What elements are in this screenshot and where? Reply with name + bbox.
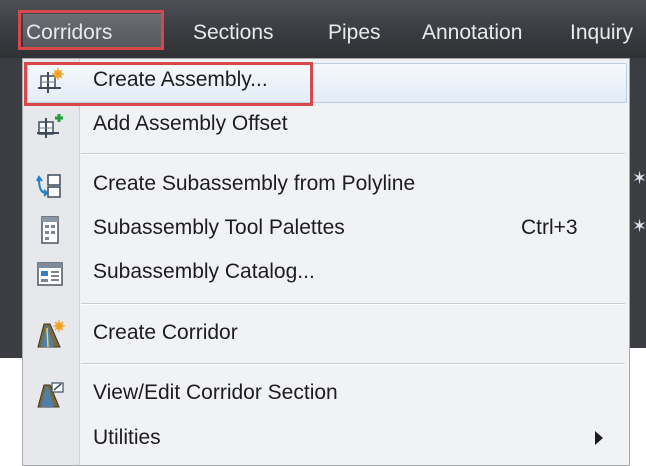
menu-item-label: View/Edit Corridor Section: [93, 381, 338, 404]
corridors-highlight-box: [18, 10, 164, 50]
background-glyph-icon: ✶: [632, 216, 646, 236]
create-assembly-highlight-box: [24, 62, 313, 106]
menu-bar: Corridors Sections Pipes Annotation Inqu…: [0, 0, 646, 59]
keyboard-shortcut: Ctrl+3: [521, 216, 578, 239]
menu-item-add-assembly-offset[interactable]: Add Assembly Offset: [23, 105, 629, 147]
background-app-right: ✶ ✶: [630, 58, 646, 348]
tool-palettes-icon: [41, 216, 59, 244]
menu-item-label: Subassembly Tool Palettes: [93, 216, 345, 239]
view-edit-section-icon: [37, 382, 64, 408]
menu-separator: [81, 153, 625, 155]
menu-inquiry[interactable]: Inquiry: [570, 18, 633, 48]
menu-item-create-corridor[interactable]: Create Corridor: [23, 314, 629, 356]
menu-sections[interactable]: Sections: [193, 18, 274, 48]
menu-item-label: Create Subassembly from Polyline: [93, 172, 416, 195]
menu-item-utilities[interactable]: Utilities: [23, 419, 629, 461]
menu-separator: [81, 363, 625, 365]
menu-item-label: Utilities: [93, 426, 161, 449]
menu-item-create-subassembly-from-polyline[interactable]: Create Subassembly from Polyline: [23, 165, 629, 207]
menu-item-subassembly-catalog[interactable]: Subassembly Catalog...: [23, 253, 629, 295]
menu-item-label: Create Corridor: [93, 321, 238, 344]
menu-item-label: Subassembly Catalog...: [93, 260, 315, 283]
menu-item-subassembly-tool-palettes[interactable]: Subassembly Tool Palettes Ctrl+3: [23, 209, 629, 251]
menu-annotation[interactable]: Annotation: [422, 18, 522, 48]
background-app-left: [0, 58, 22, 358]
menu-item-view-edit-corridor-section[interactable]: View/Edit Corridor Section: [23, 374, 629, 416]
create-corridor-icon: [37, 320, 65, 348]
menu-item-label: Add Assembly Offset: [93, 112, 288, 135]
menu-separator: [81, 303, 625, 305]
background-glyph-icon: ✶: [632, 168, 646, 188]
corridors-dropdown-menu: Create Assembly... Add Assembly Offset C…: [22, 58, 630, 466]
add-assembly-offset-icon: [37, 114, 63, 138]
submenu-arrow-icon: [595, 431, 603, 445]
create-subassembly-icon: [36, 174, 61, 198]
menu-pipes[interactable]: Pipes: [328, 18, 381, 48]
catalog-icon: [37, 262, 63, 286]
